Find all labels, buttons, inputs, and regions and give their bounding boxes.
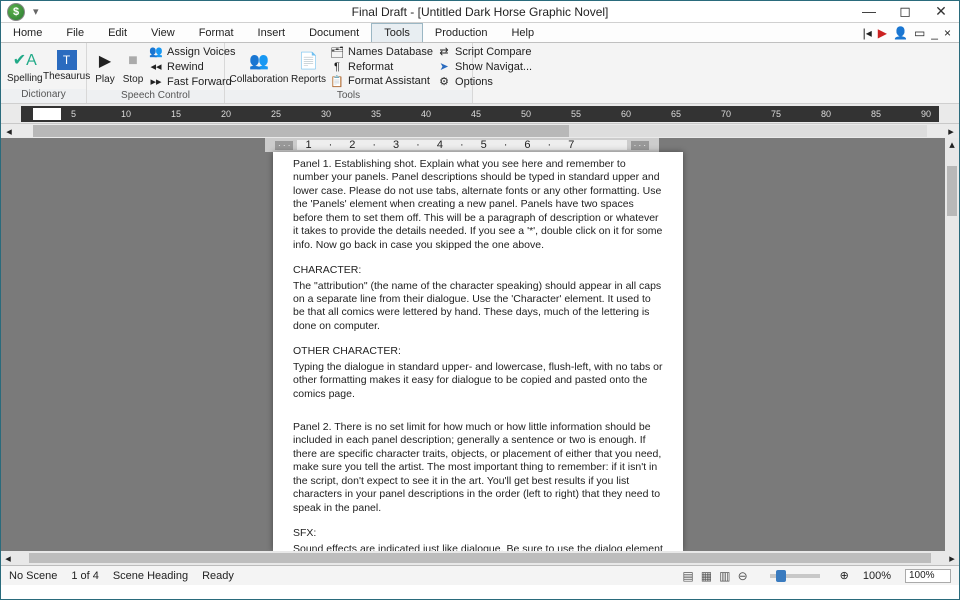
- status-bar: No Scene 1 of 4 Scene Heading Ready ▤ ▦ …: [1, 565, 959, 585]
- collaboration-button[interactable]: 👥 Collaboration: [231, 49, 287, 85]
- status-scene[interactable]: No Scene: [9, 570, 57, 582]
- menu-help[interactable]: Help: [499, 23, 546, 42]
- other-character-heading: OTHER CHARACTER:: [293, 345, 663, 358]
- thesaurus-icon: T: [57, 50, 77, 70]
- voices-icon: 👥: [149, 45, 163, 58]
- reports-button[interactable]: 📄 Reports: [291, 49, 326, 85]
- vertical-scrollbar[interactable]: ▴: [945, 138, 959, 551]
- scroll-right-icon[interactable]: ▸: [945, 552, 959, 565]
- script-compare-button[interactable]: ⇄Script Compare: [437, 45, 532, 58]
- rewind-icon: ◂◂: [149, 60, 163, 73]
- menu-format[interactable]: Format: [187, 23, 246, 42]
- nav-icon: ➤: [437, 60, 451, 73]
- menu-insert[interactable]: Insert: [246, 23, 298, 42]
- toolbar-right-icons: |◂ ▶ 👤 ▭ _ ×: [863, 23, 959, 42]
- names-icon: 🗂: [330, 46, 344, 59]
- scroll-up-icon[interactable]: ▴: [945, 138, 959, 151]
- page-ruler[interactable]: · · · 1·2·3·4·5·6·7 · · ·: [265, 138, 659, 152]
- character-heading: CHARACTER:: [293, 264, 663, 277]
- group-label-dictionary: Dictionary: [1, 89, 86, 103]
- view-mode-icons: ▤ ▦ ▥ ⊖: [680, 569, 749, 583]
- names-db-button[interactable]: 🗂Names Database: [330, 46, 433, 59]
- window-icon[interactable]: ▭: [914, 26, 925, 40]
- title-bar: $ ▾ Final Draft - [Untitled Dark Horse G…: [1, 1, 959, 23]
- reformat-icon: ¶: [330, 61, 344, 73]
- fast-forward-button[interactable]: ▸▸Fast Forward: [149, 75, 235, 88]
- stop-button[interactable]: ■ Stop: [121, 49, 145, 85]
- spelling-icon: ✔A: [13, 48, 37, 72]
- stop-icon: ■: [121, 49, 145, 73]
- ribbon: ✔A Spelling T Thesaurus Dictionary ▶ Pla…: [1, 43, 959, 104]
- panel-1-text: Panel 1. Establishing shot. Explain what…: [293, 158, 663, 252]
- collab-icon: 👥: [247, 49, 271, 73]
- show-navigator-button[interactable]: ➤Show Navigat...: [437, 60, 532, 73]
- group-label-speech: Speech Control: [87, 90, 224, 103]
- zoom-value[interactable]: 100%: [863, 570, 891, 582]
- maximize-button[interactable]: ◻: [887, 3, 923, 20]
- user-icon[interactable]: 👤: [893, 26, 908, 40]
- minimize-ribbon-icon[interactable]: _: [931, 26, 938, 40]
- menu-home[interactable]: Home: [1, 23, 54, 42]
- zoom-slider[interactable]: [770, 574, 820, 578]
- menu-edit[interactable]: Edit: [96, 23, 139, 42]
- scroll-left-icon[interactable]: ◂: [1, 552, 15, 565]
- overview-scrollbar[interactable]: [33, 125, 927, 137]
- qat-dropdown-icon[interactable]: ▾: [33, 5, 39, 18]
- minimize-button[interactable]: —: [851, 3, 887, 20]
- options-button[interactable]: ⚙Options: [437, 75, 532, 88]
- fa-icon: 📋: [330, 75, 344, 88]
- assign-voices-button[interactable]: 👥Assign Voices: [149, 45, 235, 58]
- panel-2-text: Panel 2. There is no set limit for how m…: [293, 421, 663, 515]
- flag-next-icon[interactable]: ▶: [878, 26, 887, 40]
- gear-icon: ⚙: [437, 75, 451, 88]
- close-button[interactable]: ✕: [923, 3, 959, 20]
- status-state: Ready: [202, 570, 234, 582]
- spelling-button[interactable]: ✔A Spelling: [7, 48, 43, 84]
- close-doc-icon[interactable]: ×: [944, 26, 951, 40]
- app-icon[interactable]: $: [7, 3, 25, 21]
- top-ruler-row: 51015202530354045505560657075808590: [1, 104, 959, 124]
- view-cards-icon[interactable]: ▥: [717, 569, 732, 583]
- zoom-input[interactable]: [905, 569, 951, 583]
- reports-icon: 📄: [297, 49, 321, 73]
- page[interactable]: ▶ Panel 1. Establishing shot. Explain wh…: [273, 152, 683, 551]
- other-character-text: Typing the dialogue in standard upper- a…: [293, 361, 663, 401]
- menu-tools[interactable]: Tools: [371, 23, 423, 42]
- character-text: The "attribution" (the name of the chara…: [293, 280, 663, 334]
- view-normal-icon[interactable]: ▤: [680, 569, 695, 583]
- status-page[interactable]: 1 of 4: [71, 570, 99, 582]
- zoom-in-icon[interactable]: ⊕: [840, 569, 849, 582]
- zoom-out-icon[interactable]: ⊖: [736, 569, 750, 583]
- overview-scroll-row: ◂ ▸: [1, 124, 959, 138]
- window-title: Final Draft - [Untitled Dark Horse Graph…: [1, 5, 959, 19]
- view-page-icon[interactable]: ▦: [699, 569, 714, 583]
- play-icon: ▶: [93, 49, 117, 73]
- thesaurus-button[interactable]: T Thesaurus: [47, 50, 87, 82]
- compare-icon: ⇄: [437, 45, 451, 58]
- horizontal-scrollbar[interactable]: ◂ ▸: [1, 551, 959, 565]
- status-element[interactable]: Scene Heading: [113, 570, 188, 582]
- scroll-right-icon[interactable]: ▸: [943, 125, 959, 138]
- menu-bar: Home File Edit View Format Insert Docume…: [1, 23, 959, 43]
- sfx-heading: SFX:: [293, 527, 663, 540]
- menu-file[interactable]: File: [54, 23, 96, 42]
- format-assistant-button[interactable]: 📋Format Assistant: [330, 75, 433, 88]
- sfx-text: Sound effects are indicated just like di…: [293, 543, 663, 552]
- reformat-button[interactable]: ¶Reformat: [330, 61, 433, 73]
- group-dictionary: ✔A Spelling T Thesaurus Dictionary: [1, 43, 87, 103]
- group-label-tools: Tools: [225, 90, 472, 103]
- flag-prev-icon[interactable]: |◂: [863, 26, 872, 40]
- menu-document[interactable]: Document: [297, 23, 371, 42]
- menu-production[interactable]: Production: [423, 23, 500, 42]
- ff-icon: ▸▸: [149, 75, 163, 88]
- group-speech: ▶ Play ■ Stop 👥Assign Voices ◂◂Rewind ▸▸…: [87, 43, 225, 103]
- menu-view[interactable]: View: [139, 23, 187, 42]
- scroll-left-icon[interactable]: ◂: [1, 125, 17, 138]
- overview-ruler[interactable]: 51015202530354045505560657075808590: [21, 106, 939, 122]
- play-button[interactable]: ▶ Play: [93, 49, 117, 85]
- document-area: · · · 1·2·3·4·5·6·7 · · · ▶ Panel 1. Est…: [1, 138, 959, 551]
- rewind-button[interactable]: ◂◂Rewind: [149, 60, 235, 73]
- group-tools: 👥 Collaboration 📄 Reports 🗂Names Databas…: [225, 43, 473, 103]
